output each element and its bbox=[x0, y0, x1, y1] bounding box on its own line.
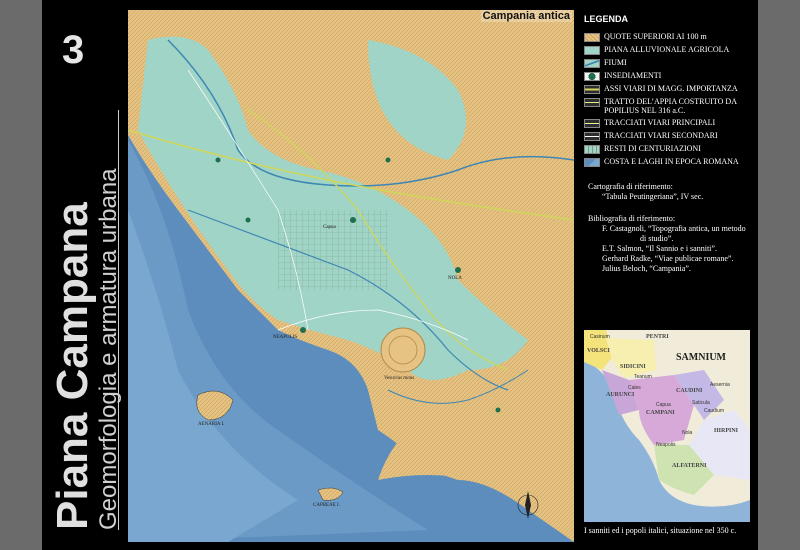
cartography-heading: Cartografia di riferimento: bbox=[588, 182, 673, 191]
bibliography-entry: F. Castagnoli, “Topografia antica, un me… bbox=[602, 224, 746, 233]
settlement bbox=[215, 157, 221, 163]
legend-label: COSTA E LAGHI IN EPOCA ROMANA bbox=[604, 157, 739, 166]
swatch-major-road-icon bbox=[584, 85, 600, 94]
legend-label: PIANA ALLUVIONALE AGRICOLA bbox=[604, 45, 730, 54]
inset-caption: I sanniti ed i popoli italici, situazion… bbox=[584, 526, 737, 535]
map-label-neapolis: NEAPOLIS bbox=[273, 335, 298, 340]
inset-label-nola: Nola bbox=[682, 430, 693, 436]
settlement bbox=[495, 407, 501, 413]
map-graphic bbox=[128, 10, 574, 542]
legend-label: INSEDIAMENTI bbox=[604, 71, 662, 80]
map-label-vesuvius: Vesuvius mons bbox=[384, 376, 415, 381]
map-panel[interactable]: Campania antica Capua NEAPOLIS NOLA Vesu… bbox=[128, 10, 574, 542]
inset-label-saticula: Saticula bbox=[692, 400, 710, 406]
settlement-capua bbox=[350, 217, 356, 223]
legend-label: TRACCIATI VIARI SECONDARI bbox=[604, 131, 718, 140]
inset-label-cales: Cales bbox=[628, 385, 641, 391]
legend-item-coast: COSTA E LAGHI IN EPOCA ROMANA bbox=[584, 157, 754, 167]
swatch-hatch-icon bbox=[584, 33, 600, 42]
inset-label-caudini: CAUDINI bbox=[676, 388, 703, 394]
poster-board: 3 Piana Campana Geomorfologia e armatura… bbox=[42, 0, 758, 550]
map-label-nola: NOLA bbox=[448, 276, 462, 281]
map-label-capua: Capua bbox=[323, 225, 336, 230]
legend-item-secondary-roads: TRACCIATI VIARI SECONDARI bbox=[584, 131, 754, 141]
legend-item-major-roads: ASSI VIARI DI MAGG. IMPORTANZA bbox=[584, 84, 754, 94]
vesuvius-cone bbox=[380, 327, 426, 373]
inset-label-hirpini: HIRPINI bbox=[714, 428, 739, 434]
inset-label-samnium: SAMNIUM bbox=[676, 352, 726, 363]
bibliography: Bibliografia di riferimento: F. Castagno… bbox=[588, 214, 756, 274]
legend-title: LEGENDA bbox=[584, 14, 629, 24]
legend-item-settlements: INSEDIAMENTI bbox=[584, 71, 754, 81]
swatch-settlement-icon bbox=[584, 72, 600, 81]
bibliography-heading: Bibliografia di riferimento: bbox=[588, 214, 676, 223]
legend-item-rivers: FIUMI bbox=[584, 58, 754, 68]
inset-label-casinum: Casinum bbox=[590, 334, 610, 340]
settlement bbox=[385, 157, 391, 163]
map-label-capri: CAPREAE I. bbox=[313, 503, 340, 508]
bibliography-entry: Julius Beloch, “Campania”. bbox=[602, 264, 691, 273]
settlement-neapolis bbox=[300, 327, 306, 333]
swatch-appia-icon bbox=[584, 98, 600, 107]
swatch-secondary-road-icon bbox=[584, 132, 600, 141]
inset-label-aurunci: AURUNCI bbox=[606, 392, 635, 398]
legend-item-plain: PIANA ALLUVIONALE AGRICOLA bbox=[584, 45, 754, 55]
legend-label: FIUMI bbox=[604, 58, 627, 67]
legend-label: TRATTO DEL’APPIA COSTRUITO DA POPILIUS N… bbox=[604, 97, 737, 115]
inset-label-teanum: Teanum bbox=[634, 374, 652, 380]
bibliography-entry: Gerhard Radke, “Viae publicae romane”. bbox=[602, 254, 734, 263]
swatch-river-icon bbox=[584, 59, 600, 68]
cartography-source: “Tabula Peutingeriana”, IV sec. bbox=[602, 192, 704, 201]
cartography-reference: Cartografia di riferimento: “Tabula Peut… bbox=[588, 182, 756, 202]
title-divider bbox=[118, 110, 119, 530]
swatch-plain-icon bbox=[584, 46, 600, 55]
swatch-main-road-icon bbox=[584, 119, 600, 128]
legend-label: ASSI VIARI DI MAGG. IMPORTANZA bbox=[604, 84, 738, 93]
swatch-grid-icon bbox=[584, 145, 600, 154]
legend-label: TRACCIATI VIARI PRINCIPALI bbox=[604, 118, 716, 127]
inset-label-caudium: Caudium bbox=[704, 408, 725, 414]
inset-label-volsci: VOLSCI bbox=[587, 348, 610, 354]
inset-label-sidicini: SIDICINI bbox=[620, 364, 646, 370]
settlement bbox=[245, 217, 251, 223]
bibliography-entry: E.T. Salmon, “Il Sannio e i sanniti”. bbox=[602, 244, 717, 253]
map-label-ischia: AENARIA I. bbox=[198, 422, 225, 427]
inset-label-aesernia: Aesernia bbox=[710, 382, 730, 388]
panel-number: 3 bbox=[62, 28, 85, 72]
vertical-title: Piana Campana bbox=[48, 202, 97, 530]
bibliography-entry: di studio”. bbox=[640, 234, 674, 243]
inset-label-alfaterni: ALFATERNI bbox=[672, 463, 707, 469]
legend: LEGENDA QUOTE SUPERIORI AI 100 m PIANA A… bbox=[584, 14, 754, 170]
legend-item-main-roads: TRACCIATI VIARI PRINCIPALI bbox=[584, 118, 754, 128]
legend-label: QUOTE SUPERIORI AI 100 m bbox=[604, 32, 707, 41]
inset-label-campani: CAMPANI bbox=[646, 410, 675, 416]
inset-label-neapolis: Neapolis bbox=[656, 442, 676, 448]
inset-label-pentri: PENTRI bbox=[646, 334, 669, 340]
inset-label-capua: Capua bbox=[656, 402, 671, 408]
swatch-coast-icon bbox=[584, 158, 600, 167]
legend-item-hills: QUOTE SUPERIORI AI 100 m bbox=[584, 32, 754, 42]
map-title: Campania antica bbox=[480, 10, 572, 22]
inset-map[interactable]: SAMNIUM PENTRI SIDICINI AURUNCI VOLSCI C… bbox=[584, 330, 750, 522]
legend-label: RESTI DI CENTURIAZIONI bbox=[604, 144, 701, 153]
legend-item-centuriation: RESTI DI CENTURIAZIONI bbox=[584, 144, 754, 154]
legend-item-appia: TRATTO DEL’APPIA COSTRUITO DA POPILIUS N… bbox=[584, 97, 754, 115]
settlement-nola bbox=[455, 267, 461, 273]
